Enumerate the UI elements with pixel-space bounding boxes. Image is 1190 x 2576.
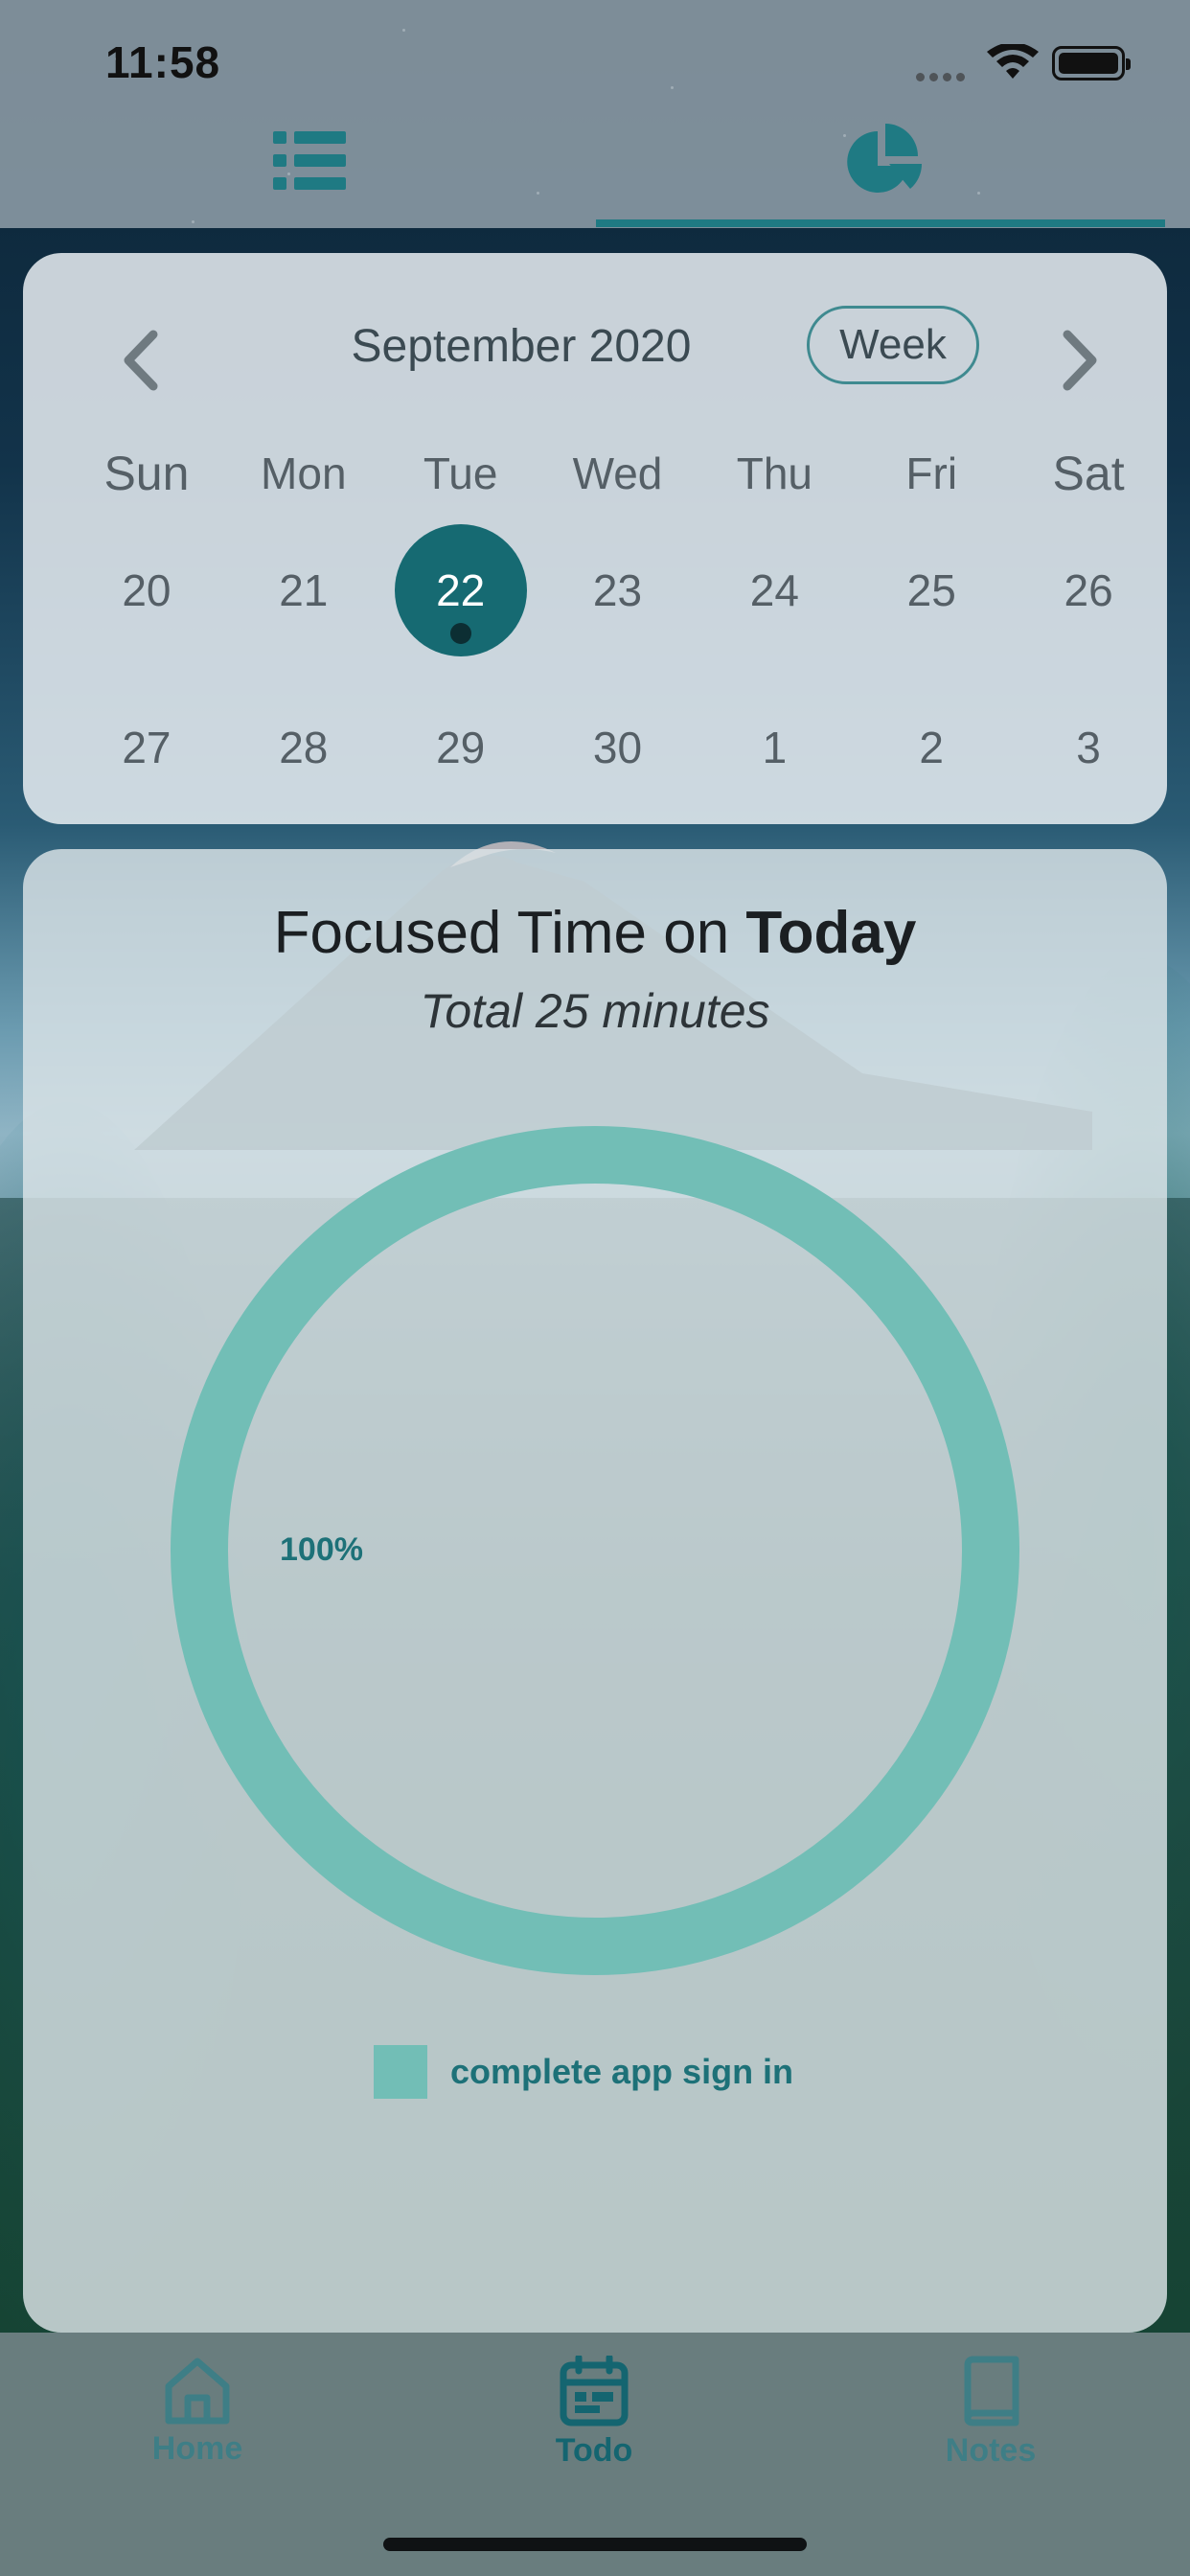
status-time: 11:58: [105, 37, 221, 87]
legend-label: complete app sign in: [450, 2052, 794, 2091]
calendar-day[interactable]: 26: [1010, 512, 1167, 669]
pie-chart-icon: [847, 124, 923, 193]
weekday-label: Thu: [736, 448, 812, 498]
calendar-day[interactable]: 30: [539, 669, 697, 826]
calendar-month-title: September 2020: [351, 321, 692, 372]
weekday-label: Wed: [572, 448, 663, 498]
weekday-label: Mon: [261, 448, 347, 498]
slice-percent-label: 100%: [280, 1531, 363, 1568]
chart-legend: complete app sign in: [374, 2045, 793, 2099]
nav-notes[interactable]: Notes: [885, 2356, 1096, 2490]
weekday-label: Sun: [103, 447, 190, 500]
calendar-card: September 2020 Week Sun Mon Tue Wed Thu …: [23, 253, 1167, 824]
calendar-day[interactable]: 23: [539, 512, 697, 669]
weekday-header-row: Sun Mon Tue Wed Thu Fri Sat: [23, 435, 1167, 512]
nav-notes-label: Notes: [945, 2432, 1037, 2469]
nav-home[interactable]: Home: [92, 2356, 303, 2490]
calendar-day[interactable]: 24: [696, 512, 853, 669]
list-icon: [273, 131, 346, 190]
weekday-label: Fri: [905, 448, 958, 498]
nav-home-label: Home: [151, 2430, 243, 2467]
chevron-left-icon: [124, 330, 158, 391]
weekday-label: Tue: [423, 448, 498, 498]
previous-week-button[interactable]: [92, 312, 188, 408]
tab-todo-list[interactable]: [233, 113, 386, 209]
calendar-day[interactable]: 25: [853, 512, 1010, 669]
book-icon: [964, 2356, 1019, 2426]
tab-focus-chart[interactable]: [807, 113, 960, 209]
battery-icon: [1052, 46, 1131, 80]
home-indicator: [383, 2538, 807, 2551]
calendar-grid: Sun Mon Tue Wed Thu Fri Sat 20 21 22 23 …: [23, 435, 1167, 826]
calendar-day[interactable]: 29: [382, 669, 539, 826]
calendar-day[interactable]: 28: [225, 669, 382, 826]
calendar-day-selected[interactable]: 22: [382, 512, 539, 669]
next-week-button[interactable]: [1033, 312, 1129, 408]
calendar-day[interactable]: 3: [1010, 669, 1167, 826]
calendar-day-number: 22: [436, 565, 486, 615]
calendar-day[interactable]: 20: [68, 512, 225, 669]
signal-dots-icon: [916, 69, 970, 86]
top-bar: 11:58: [0, 0, 1190, 228]
event-marker-dot: [449, 623, 471, 644]
focus-donut-chart: [171, 1126, 1019, 1975]
calendar-day[interactable]: 1: [696, 669, 853, 826]
week-view-toggle[interactable]: Week: [807, 306, 979, 384]
nav-todo-label: Todo: [555, 2432, 633, 2469]
calendar-day[interactable]: 21: [225, 512, 382, 669]
weekday-label: Sat: [1052, 447, 1125, 500]
chevron-right-icon: [1063, 330, 1097, 391]
calendar-icon: [560, 2356, 629, 2426]
focus-time-card: Focused Time on Today Total 25 minutes 1…: [23, 849, 1167, 2333]
home-icon: [165, 2358, 230, 2425]
legend-swatch: [374, 2045, 427, 2099]
calendar-week-row: 27 28 29 30 1 2 3: [23, 669, 1167, 826]
calendar-day[interactable]: 27: [68, 669, 225, 826]
selected-tab-indicator: [596, 219, 1165, 227]
nav-todo[interactable]: Todo: [489, 2356, 699, 2490]
wifi-icon: [987, 44, 1039, 79]
calendar-week-row: 20 21 22 23 24 25 26: [23, 512, 1167, 669]
calendar-day[interactable]: 2: [853, 669, 1010, 826]
